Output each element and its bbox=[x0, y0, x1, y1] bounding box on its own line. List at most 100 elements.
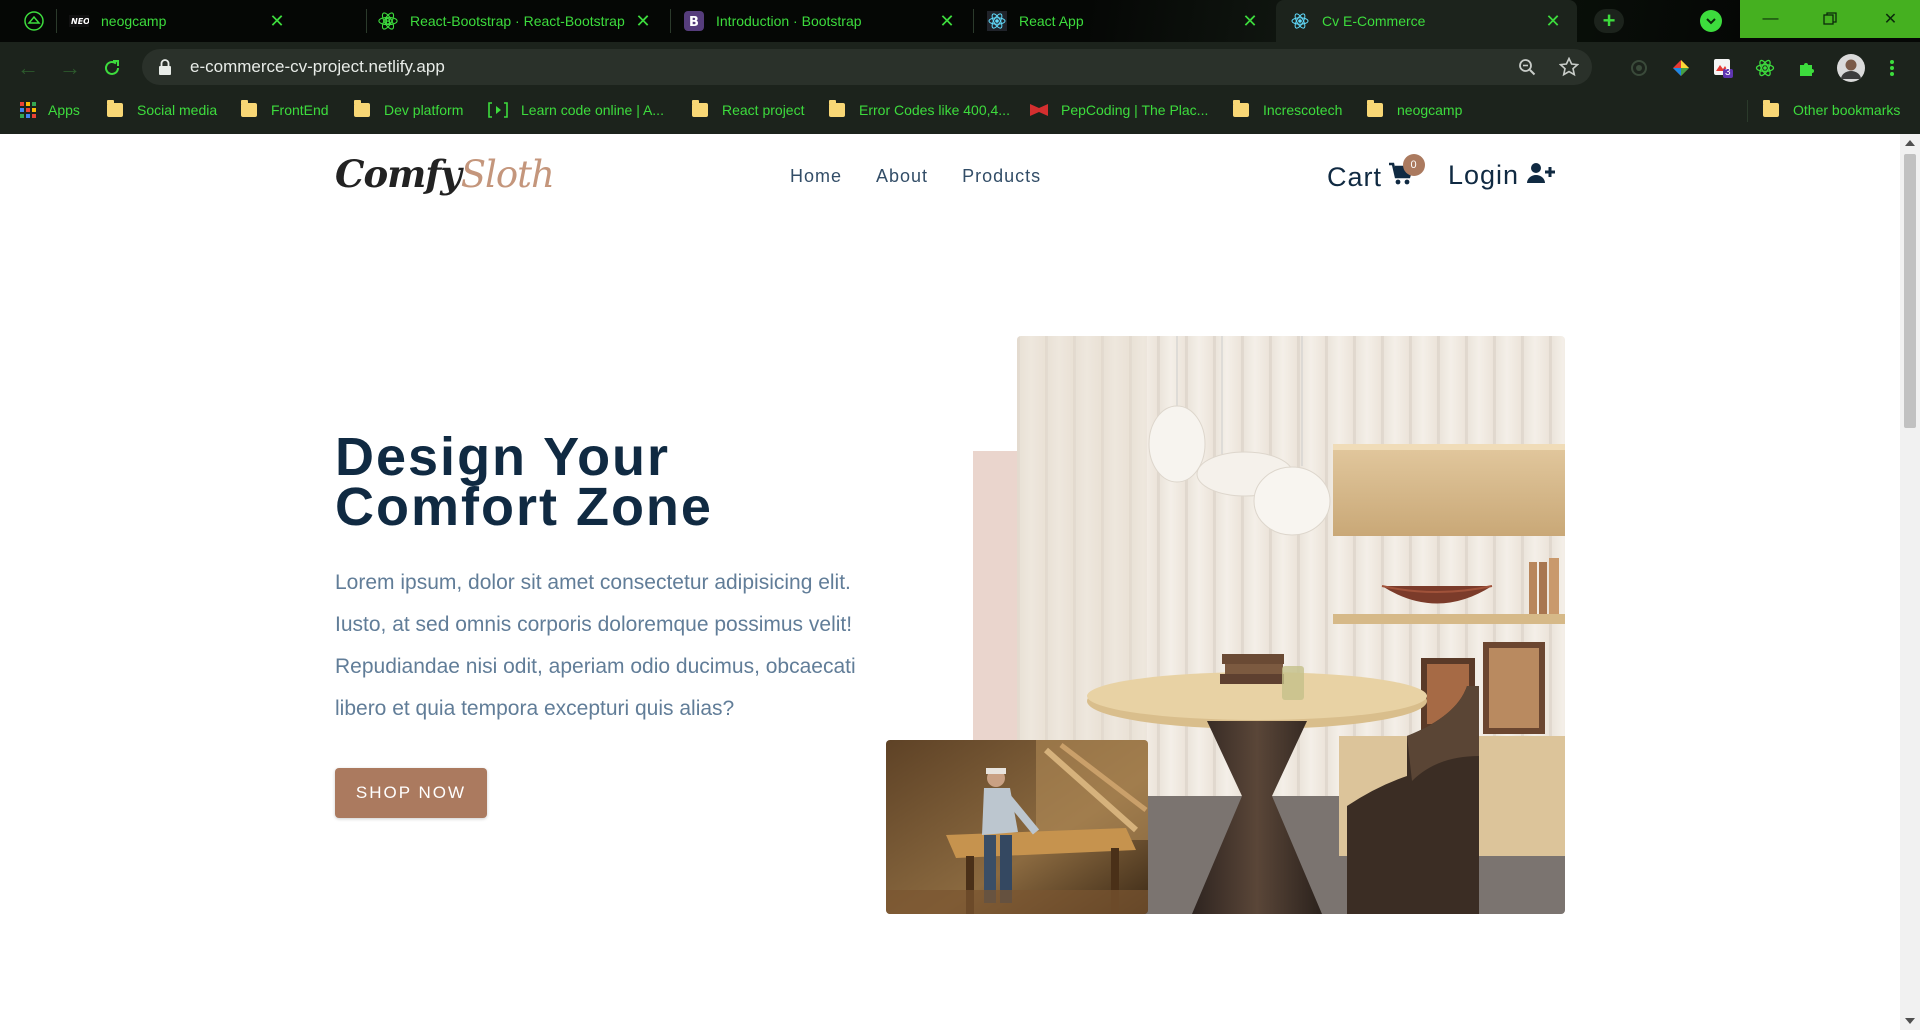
bookmark-neogcamp[interactable]: neogcamp bbox=[1367, 92, 1462, 128]
svg-text:NEOG: NEOG bbox=[71, 17, 89, 26]
nav-link-products[interactable]: Products bbox=[962, 166, 1041, 187]
hero-title-line2: Comfort Zone bbox=[335, 477, 713, 537]
bookmark-label: Increscotech bbox=[1263, 102, 1343, 118]
cart-count-badge: 0 bbox=[1403, 154, 1425, 176]
extension-record-icon[interactable] bbox=[1627, 56, 1651, 80]
apps-grid-icon bbox=[20, 102, 36, 118]
scrollbar-thumb[interactable] bbox=[1904, 154, 1916, 428]
react-devtools-icon[interactable] bbox=[1753, 56, 1777, 80]
tab-react-bootstrap[interactable]: B React-Bootstrap · React-Bootstrap ✕ bbox=[366, 0, 667, 42]
lock-icon bbox=[159, 59, 171, 75]
main-nav: Home About Products bbox=[790, 166, 1075, 187]
svg-text:B: B bbox=[384, 18, 391, 28]
bookmark-label: React project bbox=[722, 102, 805, 118]
tab-neogcamp[interactable]: NEOG neogcamp ✕ bbox=[0, 0, 301, 42]
close-window-button[interactable]: ✕ bbox=[1860, 0, 1920, 38]
tab-title: neogcamp bbox=[101, 13, 167, 29]
folder-icon bbox=[829, 100, 845, 117]
browser-menu-icon[interactable] bbox=[1880, 56, 1904, 80]
shop-now-button[interactable]: SHOP NOW bbox=[335, 768, 487, 818]
zoom-icon[interactable] bbox=[1516, 56, 1538, 78]
browser-toolbar: ← → e-commerce-cv-project.netlify.app 3 bbox=[0, 42, 1920, 92]
pepcoding-icon bbox=[1029, 102, 1049, 118]
neog-icon: NEOG bbox=[69, 11, 89, 31]
folder-icon bbox=[354, 100, 370, 117]
bookmark-star-icon[interactable] bbox=[1558, 56, 1580, 78]
react-icon bbox=[1290, 11, 1310, 31]
tab-close-icon[interactable]: ✕ bbox=[1240, 11, 1260, 31]
bookmark-error-codes[interactable]: Error Codes like 400,4... bbox=[829, 92, 1010, 128]
minimize-button[interactable]: — bbox=[1740, 0, 1801, 38]
tab-cv-ecommerce[interactable]: Cv E-Commerce ✕ bbox=[1276, 0, 1577, 42]
bookmark-label: Dev platform bbox=[384, 102, 464, 118]
new-tab-button[interactable]: + bbox=[1594, 8, 1624, 33]
page-scrollbar[interactable] bbox=[1900, 134, 1920, 1030]
hero-image-carpenter bbox=[886, 740, 1148, 914]
bookmark-react-project[interactable]: React project bbox=[692, 92, 804, 128]
bookmarks-bar: Apps Social media FrontEnd Dev platform … bbox=[0, 92, 1920, 134]
reload-icon[interactable] bbox=[98, 54, 126, 82]
tab-title: React App bbox=[1019, 13, 1084, 29]
site-logo[interactable]: ComfySloth bbox=[335, 152, 555, 196]
login-button[interactable]: Login bbox=[1448, 160, 1556, 191]
window-app-icon bbox=[24, 11, 44, 31]
bookmark-increscotech[interactable]: Increscotech bbox=[1233, 92, 1342, 128]
nav-link-about[interactable]: About bbox=[876, 166, 928, 187]
extension-badge-icon[interactable]: 3 bbox=[1711, 56, 1735, 80]
bookmark-dev-platform[interactable]: Dev platform bbox=[354, 92, 463, 128]
url-text: e-commerce-cv-project.netlify.app bbox=[190, 57, 445, 76]
folder-icon bbox=[692, 100, 708, 117]
hero-description: Lorem ipsum, dolor sit amet consectetur … bbox=[335, 571, 856, 720]
bookmark-frontend[interactable]: FrontEnd bbox=[241, 92, 329, 128]
tab-search-icon[interactable] bbox=[1700, 10, 1722, 32]
scroll-up-arrow-icon[interactable] bbox=[1905, 140, 1915, 146]
tab-close-icon[interactable]: ✕ bbox=[937, 11, 957, 31]
bookmark-pepcoding[interactable]: PepCoding | The Plac... bbox=[1029, 92, 1208, 128]
extensions-puzzle-icon[interactable] bbox=[1795, 56, 1819, 80]
address-bar[interactable]: e-commerce-cv-project.netlify.app bbox=[142, 49, 1592, 85]
tab-title: Introduction · Bootstrap bbox=[716, 13, 862, 29]
folder-icon bbox=[241, 100, 257, 117]
tab-react-app[interactable]: React App ✕ bbox=[973, 0, 1274, 42]
folder-icon bbox=[1367, 100, 1383, 117]
tab-bootstrap-introduction[interactable]: B Introduction · Bootstrap ✕ bbox=[670, 0, 971, 42]
bookmark-apps[interactable]: Apps bbox=[20, 92, 80, 128]
svg-text:B: B bbox=[689, 15, 699, 30]
browser-chrome: NEOG neogcamp ✕ B React-Bootstrap · Reac… bbox=[0, 0, 1920, 134]
bookmark-label: Apps bbox=[48, 102, 80, 118]
nav-link-home[interactable]: Home bbox=[790, 166, 842, 187]
cart-button[interactable]: Cart 0 bbox=[1327, 154, 1425, 193]
tab-strip: NEOG neogcamp ✕ B React-Bootstrap · Reac… bbox=[0, 0, 1920, 42]
react-icon bbox=[987, 11, 1007, 31]
folder-icon bbox=[1233, 100, 1249, 117]
color-picker-extension-icon[interactable] bbox=[1669, 56, 1693, 80]
extension-badge-count: 3 bbox=[1725, 67, 1731, 78]
code-bracket-icon bbox=[487, 102, 509, 118]
logo-text-sloth: Sloth bbox=[460, 153, 555, 196]
scroll-down-arrow-icon[interactable] bbox=[1905, 1018, 1915, 1024]
bootstrap-icon: B bbox=[684, 11, 704, 31]
web-page: ComfySloth Home About Products Cart 0 Lo… bbox=[0, 134, 1900, 1030]
tab-close-icon[interactable]: ✕ bbox=[267, 11, 287, 31]
bookmark-learn-code[interactable]: Learn code online | A... bbox=[487, 92, 664, 128]
bookmark-label: Error Codes like 400,4... bbox=[859, 102, 1010, 118]
bookmark-label: PepCoding | The Plac... bbox=[1061, 102, 1209, 118]
user-plus-icon bbox=[1527, 160, 1556, 191]
login-label: Login bbox=[1448, 160, 1520, 190]
hero-accent-block bbox=[973, 451, 1018, 747]
tab-title: React-Bootstrap · React-Bootstrap bbox=[410, 13, 625, 29]
bookmark-other[interactable]: Other bookmarks bbox=[1763, 92, 1900, 128]
folder-icon bbox=[1763, 100, 1779, 117]
tab-close-icon[interactable]: ✕ bbox=[1543, 11, 1563, 31]
forward-arrow-icon[interactable]: → bbox=[56, 54, 84, 82]
profile-avatar[interactable] bbox=[1836, 53, 1866, 83]
restore-button[interactable] bbox=[1799, 0, 1860, 38]
react-bootstrap-icon: B bbox=[378, 11, 398, 31]
bookmark-label: Social media bbox=[137, 102, 218, 118]
back-arrow-icon[interactable]: ← bbox=[14, 54, 42, 82]
logo-text-comfy: Comfy bbox=[335, 152, 462, 196]
tab-close-icon[interactable]: ✕ bbox=[633, 11, 653, 31]
bookmark-social-media[interactable]: Social media bbox=[107, 92, 217, 128]
hero-title: Design Your Comfort Zone bbox=[335, 430, 895, 534]
folder-icon bbox=[107, 100, 123, 117]
